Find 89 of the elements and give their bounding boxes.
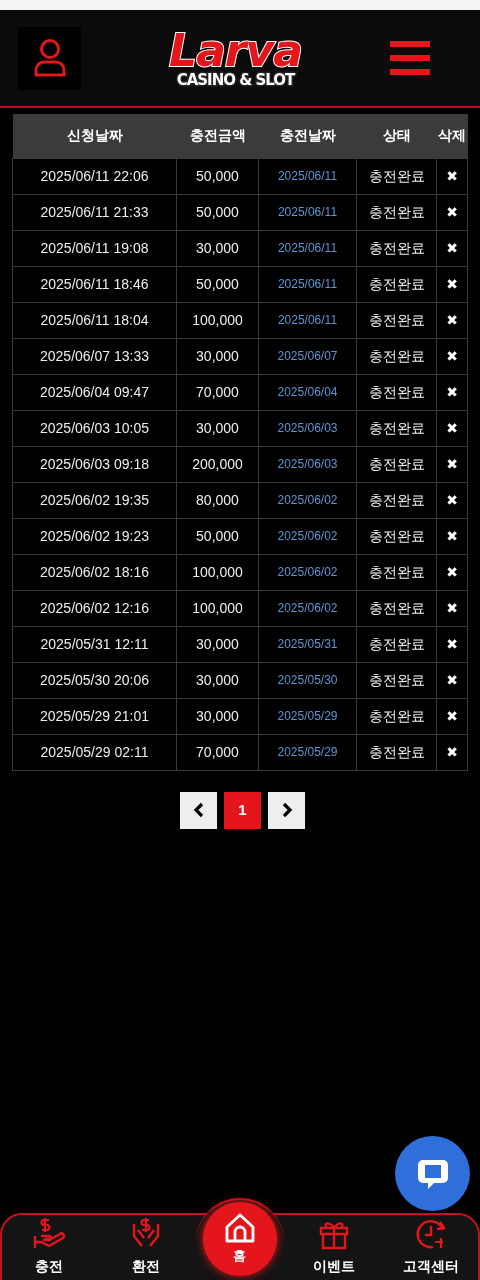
table-cell: 2025/05/31 12:11 <box>12 626 177 662</box>
table-cell: 2025/06/02 19:23 <box>12 518 177 554</box>
table-cell: 2025/06/11 18:04 <box>12 302 177 338</box>
table-cell: 2025/06/11 19:08 <box>12 230 177 266</box>
table-cell: 50,000 <box>176 518 259 554</box>
table-cell: 2025/06/02 <box>258 482 357 518</box>
table-cell: 100,000 <box>176 590 259 626</box>
table-cell: 충전완료 <box>356 302 437 338</box>
table-cell: 충전완료 <box>356 266 437 302</box>
table-cell: 80,000 <box>176 482 259 518</box>
table-cell: 충전완료 <box>356 374 437 410</box>
menu-button[interactable] <box>390 41 430 75</box>
table-cell: 2025/06/02 18:16 <box>12 554 177 590</box>
nav-item[interactable]: 환전 <box>105 1216 186 1277</box>
table-cell: 2025/06/04 09:47 <box>12 374 177 410</box>
table-cell: 200,000 <box>176 446 259 482</box>
table-cell: 100,000 <box>176 302 259 338</box>
logo-subtitle: CASINO & SLOT <box>176 72 295 88</box>
table-cell: 충전완료 <box>356 482 437 518</box>
table-cell: 30,000 <box>176 230 259 266</box>
table-cell: 2025/06/03 09:18 <box>12 446 177 482</box>
table-cell: 충전완료 <box>356 194 437 230</box>
table-cell: 30,000 <box>176 698 259 734</box>
table-cell: 2025/06/11 22:06 <box>12 158 177 194</box>
column-header: 충전날짜 <box>258 114 357 158</box>
table-cell: 2025/05/31 <box>258 626 357 662</box>
table-cell: 2025/06/07 13:33 <box>12 338 177 374</box>
table-cell: 2025/06/02 19:35 <box>12 482 177 518</box>
previous-page-button[interactable] <box>180 791 217 829</box>
table-cell: 2025/05/30 20:06 <box>12 662 177 698</box>
menu-icon <box>390 41 430 75</box>
table-cell: 충전완료 <box>356 158 437 194</box>
table-cell: 2025/06/11 <box>258 194 357 230</box>
table-cell: 2025/06/04 <box>258 374 357 410</box>
table-cell: 2025/06/11 <box>258 230 357 266</box>
table-cell: 충전완료 <box>356 626 437 662</box>
column-header: 신청날짜 <box>12 114 177 158</box>
next-page-button[interactable] <box>268 791 305 829</box>
table-cell: 충전완료 <box>356 734 437 770</box>
table-cell: 2025/06/11 <box>258 266 357 302</box>
logo-title: Larva <box>169 28 302 73</box>
table-cell: 2025/06/02 <box>258 518 357 554</box>
page-button[interactable]: 1 <box>224 791 261 829</box>
table-cell: 2025/06/11 <box>258 158 357 194</box>
table-cell: 2025/06/11 18:46 <box>12 266 177 302</box>
table-cell: 2025/06/02 12:16 <box>12 590 177 626</box>
table-cell: 충전완료 <box>356 662 437 698</box>
table-cell: 30,000 <box>176 662 259 698</box>
table-cell: 2025/05/29 02:11 <box>12 734 177 770</box>
table-cell: 100,000 <box>176 554 259 590</box>
table-cell: 충전완료 <box>356 554 437 590</box>
table-cell: 충전완료 <box>356 230 437 266</box>
table-cell: 충전완료 <box>356 410 437 446</box>
table-cell: 30,000 <box>176 626 259 662</box>
table-cell: 50,000 <box>176 266 259 302</box>
chevron-right-icon <box>280 802 293 818</box>
table-cell: 2025/05/29 <box>258 734 357 770</box>
table-cell: 2025/05/29 <box>258 698 357 734</box>
table-cell: 30,000 <box>176 338 259 374</box>
column-header: 상태 <box>356 114 437 158</box>
table-cell: 50,000 <box>176 194 259 230</box>
table-cell: 2025/06/02 <box>258 590 357 626</box>
table-cell: 2025/05/30 <box>258 662 357 698</box>
table-cell: 70,000 <box>176 374 259 410</box>
user-icon <box>32 38 67 78</box>
column-header: 삭제 <box>436 114 468 158</box>
user-button[interactable] <box>18 26 81 90</box>
nav-item[interactable]: 이벤트 <box>294 1216 375 1277</box>
table-cell: 2025/06/11 21:33 <box>12 194 177 230</box>
delete-button[interactable]: ✖ <box>436 158 468 194</box>
table-cell: 2025/06/03 10:05 <box>12 410 177 446</box>
table-cell: 충전완료 <box>356 446 437 482</box>
table-cell: 2025/06/03 <box>258 446 357 482</box>
nav-item[interactable]: 충전 <box>8 1216 89 1277</box>
table-cell: 2025/05/29 21:01 <box>12 698 177 734</box>
table-cell: 70,000 <box>176 734 259 770</box>
table-cell: 2025/06/11 <box>258 302 357 338</box>
chevron-left-icon <box>192 802 205 818</box>
table-cell: 2025/06/07 <box>258 338 357 374</box>
column-header: 충전금액 <box>176 114 259 158</box>
table-cell: 50,000 <box>176 158 259 194</box>
nav-item[interactable]: 고객센터 <box>391 1216 472 1277</box>
table-cell: 충전완료 <box>356 338 437 374</box>
table-cell: 2025/06/03 <box>258 410 357 446</box>
table-cell: 충전완료 <box>356 698 437 734</box>
table-cell: 충전완료 <box>356 518 437 554</box>
table-cell: 30,000 <box>176 410 259 446</box>
table-cell: 충전완료 <box>356 590 437 626</box>
table-cell: 2025/06/02 <box>258 554 357 590</box>
